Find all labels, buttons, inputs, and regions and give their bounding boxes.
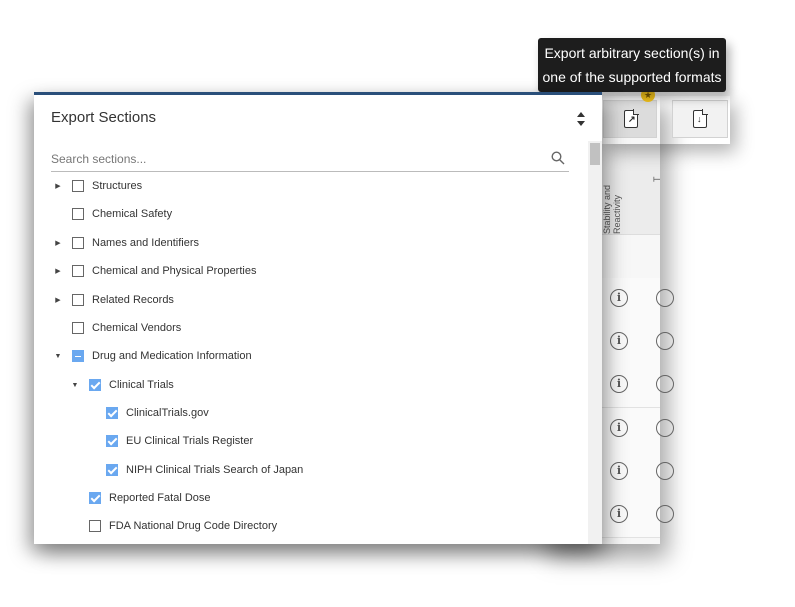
export-sections-dialog: Export Sections ▶ Structures Chemical Sa… xyxy=(34,92,602,544)
list-item[interactable]: ▼ Clinical Trials xyxy=(69,375,174,395)
list-item[interactable]: ▼ Drug and Medication Information xyxy=(52,346,252,366)
item-label: Chemical and Physical Properties xyxy=(92,265,257,277)
item-label: NIPH Clinical Trials Search of Japan xyxy=(126,464,304,476)
info-icon[interactable] xyxy=(656,289,674,307)
item-label: Structures xyxy=(92,180,143,192)
caret-spacer xyxy=(52,318,64,338)
info-icon[interactable]: i xyxy=(610,375,628,393)
item-label: Clinical Trials xyxy=(109,379,174,391)
document-download-icon: ↓ xyxy=(693,109,708,128)
caret-spacer xyxy=(86,460,98,480)
item-label: Chemical Vendors xyxy=(92,322,182,334)
info-icon[interactable]: i xyxy=(610,289,628,307)
list-item[interactable]: NIPH Clinical Trials Search of Japan xyxy=(86,460,303,480)
list-item[interactable]: ClinicalTrials.gov xyxy=(86,403,209,423)
checkbox-checked[interactable] xyxy=(106,407,118,419)
info-icon[interactable]: i xyxy=(610,332,628,350)
caret-right-icon[interactable]: ▶ xyxy=(52,261,64,281)
caret-spacer xyxy=(69,488,81,508)
checkbox[interactable] xyxy=(72,265,84,277)
checkbox[interactable] xyxy=(72,180,84,192)
select-arrows-icon[interactable] xyxy=(576,111,586,127)
download-button[interactable]: ↓ xyxy=(672,100,728,138)
document-export-icon: ↗ xyxy=(624,109,639,128)
item-label: ClinicalTrials.gov xyxy=(126,407,209,419)
column-header-stability: Stability and Reactivity xyxy=(602,184,622,234)
list-item[interactable]: ▶ Structures xyxy=(52,176,142,196)
caret-right-icon[interactable]: ▶ xyxy=(52,290,64,310)
column-header-cut: T xyxy=(652,176,662,183)
item-label: Reported Fatal Dose xyxy=(109,492,211,504)
checkbox[interactable] xyxy=(72,237,84,249)
info-icon[interactable] xyxy=(656,462,674,480)
search-bar xyxy=(51,149,569,172)
tooltip-line-2: one of the supported formats xyxy=(542,69,722,85)
info-icon[interactable] xyxy=(656,419,674,437)
item-label: Chemical Safety xyxy=(92,208,173,220)
info-icon[interactable]: i xyxy=(610,419,628,437)
item-label: Names and Identifiers xyxy=(92,237,199,249)
search-input[interactable] xyxy=(51,149,541,169)
caret-down-icon[interactable]: ▼ xyxy=(52,346,64,366)
info-icon[interactable] xyxy=(656,375,674,393)
list-item[interactable]: Chemical Vendors xyxy=(52,318,181,338)
item-label: EU Clinical Trials Register xyxy=(126,435,254,447)
scrollbar[interactable] xyxy=(588,141,602,544)
info-icon[interactable]: i xyxy=(610,462,628,480)
checkbox-checked[interactable] xyxy=(89,492,101,504)
scrollbar-thumb[interactable] xyxy=(590,143,600,165)
info-icon[interactable]: i xyxy=(610,505,628,523)
list-item[interactable]: ▶ Chemical and Physical Properties xyxy=(52,261,256,281)
tooltip-line-1: Export arbitrary section(s) in xyxy=(544,45,720,61)
list-item[interactable]: ▶ Names and Identifiers xyxy=(52,233,199,253)
caret-right-icon[interactable]: ▶ xyxy=(52,233,64,253)
checkbox-checked[interactable] xyxy=(106,464,118,476)
checkbox[interactable] xyxy=(89,520,101,532)
list-item[interactable]: ▶ Related Records xyxy=(52,290,174,310)
caret-right-icon[interactable]: ▶ xyxy=(52,176,64,196)
dialog-title: Export Sections xyxy=(51,109,157,126)
checkbox[interactable] xyxy=(72,208,84,220)
list-item[interactable]: EU Clinical Trials Register xyxy=(86,431,253,451)
item-label: Related Records xyxy=(92,294,174,306)
checkbox-partial[interactable] xyxy=(72,350,84,362)
info-icon[interactable] xyxy=(656,505,674,523)
caret-down-icon[interactable]: ▼ xyxy=(69,375,81,395)
caret-spacer xyxy=(86,403,98,423)
list-item[interactable]: Chemical Safety xyxy=(52,204,172,224)
export-tooltip: Export arbitrary section(s) in one of th… xyxy=(538,38,726,92)
item-label: FDA National Drug Code Directory xyxy=(109,520,278,532)
checkbox[interactable] xyxy=(72,294,84,306)
caret-spacer xyxy=(52,204,64,224)
list-item[interactable]: FDA National Drug Code Directory xyxy=(69,516,277,536)
checkbox[interactable] xyxy=(72,322,84,334)
checkbox-checked[interactable] xyxy=(89,379,101,391)
info-icon[interactable] xyxy=(656,332,674,350)
search-icon[interactable] xyxy=(551,151,565,165)
export-sections-button[interactable]: ↗ xyxy=(603,100,657,138)
caret-spacer xyxy=(69,516,81,536)
checkbox-checked[interactable] xyxy=(106,435,118,447)
list-item[interactable]: Reported Fatal Dose xyxy=(69,488,211,508)
item-label: Drug and Medication Information xyxy=(92,350,252,362)
caret-spacer xyxy=(86,431,98,451)
